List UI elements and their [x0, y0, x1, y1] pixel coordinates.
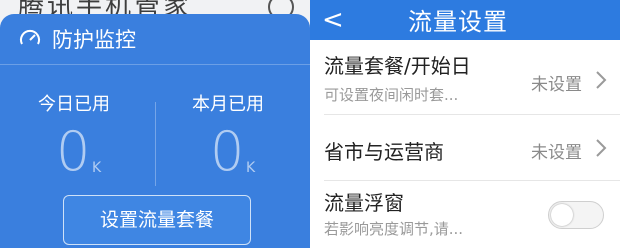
- row-title: 省市与运营商: [324, 140, 444, 164]
- today-used-unit: K: [92, 160, 102, 176]
- back-button[interactable]: <: [322, 0, 352, 40]
- month-used-label: 本月已用: [192, 94, 264, 115]
- traffic-settings-screen: < 流量设置 流量套餐/开始日 可设置夜间闲时套... 未设置 省市与运营商 未…: [310, 0, 620, 248]
- set-data-plan-button[interactable]: 设置流量套餐: [63, 195, 251, 245]
- today-used-label: 今日已用: [38, 94, 110, 115]
- month-used-unit: K: [246, 160, 256, 176]
- row-divider: [324, 180, 620, 181]
- chevron-right-icon: [596, 71, 607, 89]
- floating-window-toggle[interactable]: [548, 201, 604, 229]
- row-title: 流量套餐/开始日: [324, 54, 471, 78]
- row-value: 未设置: [531, 75, 582, 95]
- chevron-right-icon: [596, 139, 607, 157]
- traffic-monitor-panel: 腾讯手机管家 防护监控 今日已用 本月已用 0 K 0 K 设置流量套餐: [0, 0, 310, 248]
- row-value: 未设置: [531, 143, 582, 163]
- month-used-value: 0: [210, 120, 245, 183]
- card-title: 防护监控: [52, 28, 136, 52]
- row-divider: [324, 114, 620, 115]
- row-subtitle: 若影响亮度调节,请...: [324, 220, 464, 238]
- page-title: 流量设置: [408, 8, 508, 36]
- card-header: 防护监控: [0, 14, 310, 65]
- row-title: 流量浮窗: [324, 191, 404, 215]
- column-divider: [155, 102, 156, 186]
- row-subtitle: 可设置夜间闲时套...: [324, 86, 459, 104]
- protection-monitor-card: 防护监控 今日已用 本月已用 0 K 0 K 设置流量套餐: [0, 14, 310, 248]
- gauge-icon: [20, 29, 40, 45]
- toggle-knob: [551, 204, 573, 226]
- top-navigation-bar: < 流量设置: [310, 0, 620, 40]
- today-used-value: 0: [56, 120, 91, 183]
